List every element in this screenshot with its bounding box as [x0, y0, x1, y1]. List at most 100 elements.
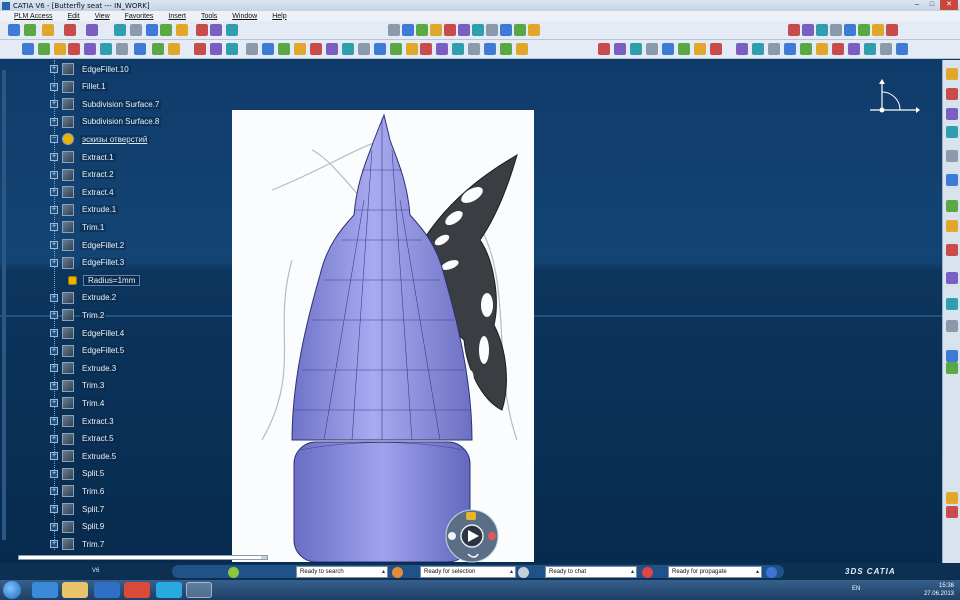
tree-node[interactable]: + Extract.4: [50, 184, 116, 200]
toolbar-tool-icon[interactable]: [788, 24, 800, 36]
side-command-icon[interactable]: [946, 362, 958, 374]
side-command-icon[interactable]: [946, 174, 958, 186]
command-icon[interactable]: [246, 43, 258, 55]
tree-node[interactable]: + Subdivision Surface.8: [50, 114, 162, 130]
command-icon[interactable]: [452, 43, 464, 55]
toolbar-tool-icon[interactable]: [830, 24, 842, 36]
command-icon[interactable]: [752, 43, 764, 55]
toolbar-tool-icon[interactable]: [130, 24, 142, 36]
toolbar-tool-icon[interactable]: [8, 24, 20, 36]
toolbar-tool-icon[interactable]: [196, 24, 208, 36]
expand-toggle-icon[interactable]: +: [50, 505, 58, 513]
command-icon[interactable]: [294, 43, 306, 55]
command-icon[interactable]: [226, 43, 238, 55]
command-icon[interactable]: [358, 43, 370, 55]
side-command-icon[interactable]: [946, 506, 958, 518]
toolbar-tool-icon[interactable]: [64, 24, 76, 36]
expand-toggle-icon[interactable]: +: [50, 540, 58, 549]
tree-node[interactable]: + Trim.6: [50, 483, 107, 499]
menu-view[interactable]: View: [95, 13, 110, 20]
3d-viewport[interactable]: + EdgeFillet.10 + Fillet.1 + Subdivision Surf…: [0, 60, 942, 563]
command-icon[interactable]: [880, 43, 892, 55]
media-app-icon[interactable]: [94, 582, 120, 598]
selection-status-icon[interactable]: [392, 567, 403, 578]
command-icon[interactable]: [420, 43, 432, 55]
toolbar-tool-icon[interactable]: [86, 24, 98, 36]
command-icon[interactable]: [100, 43, 112, 55]
command-icon[interactable]: [22, 43, 34, 55]
close-button[interactable]: ✕: [940, 0, 958, 10]
scroll-thumb[interactable]: [19, 556, 261, 559]
command-icon[interactable]: [194, 43, 206, 55]
command-icon[interactable]: [134, 43, 146, 55]
command-icon[interactable]: [152, 43, 164, 55]
command-icon[interactable]: [598, 43, 610, 55]
command-icon[interactable]: [614, 43, 626, 55]
tree-node[interactable]: + Trim.2: [50, 307, 107, 323]
system-clock[interactable]: 15:38 27.06.2013: [924, 582, 954, 598]
chat-status-field[interactable]: Ready to chat ▴: [545, 566, 637, 578]
side-command-icon[interactable]: [946, 244, 958, 256]
tree-horizontal-scrollbar[interactable]: [18, 555, 268, 560]
side-command-icon[interactable]: [946, 126, 958, 138]
side-command-icon[interactable]: [946, 150, 958, 162]
specification-tree[interactable]: + EdgeFillet.10 + Fillet.1 + Subdivision Surf…: [0, 60, 280, 563]
expand-toggle-icon[interactable]: +: [50, 311, 58, 320]
toolbar-tool-icon[interactable]: [444, 24, 456, 36]
command-icon[interactable]: [168, 43, 180, 55]
tree-node[interactable]: + Extrude.5: [50, 448, 119, 464]
expand-toggle-icon[interactable]: +: [50, 329, 58, 337]
toolbar-tool-icon[interactable]: [514, 24, 526, 36]
expand-toggle-icon[interactable]: +: [50, 434, 58, 443]
toolbar-tool-icon[interactable]: [858, 24, 870, 36]
expand-toggle-icon[interactable]: +: [50, 469, 58, 478]
command-icon[interactable]: [710, 43, 722, 55]
toolbar-tool-icon[interactable]: [210, 24, 222, 36]
command-icon[interactable]: [678, 43, 690, 55]
command-icon[interactable]: [116, 43, 128, 55]
tree-node[interactable]: + Extract.3: [50, 413, 116, 429]
tree-parameter[interactable]: Radius=1mm: [68, 272, 141, 288]
toolbar-tool-icon[interactable]: [226, 24, 238, 36]
tree-node[interactable]: + Extract.2: [50, 167, 116, 183]
side-command-icon[interactable]: [946, 320, 958, 332]
navigation-wheel[interactable]: [444, 508, 500, 564]
command-icon[interactable]: [896, 43, 908, 55]
toolbar-tool-icon[interactable]: [886, 24, 898, 36]
command-icon[interactable]: [630, 43, 642, 55]
selection-status-field[interactable]: Ready for selection ▴: [420, 566, 516, 578]
tree-node[interactable]: + EdgeFillet.10: [50, 61, 131, 77]
tree-node[interactable]: + Fillet.1: [50, 79, 108, 95]
expand-toggle-icon[interactable]: +: [50, 170, 58, 179]
start-button[interactable]: [3, 581, 21, 599]
expand-toggle-icon[interactable]: +: [50, 205, 58, 214]
tree-node[interactable]: + Extract.5: [50, 431, 116, 447]
toolbar-tool-icon[interactable]: [24, 24, 36, 36]
toolbar-tool-icon[interactable]: [146, 24, 158, 36]
command-icon[interactable]: [342, 43, 354, 55]
toolbar-tool-icon[interactable]: [114, 24, 126, 36]
command-icon[interactable]: [310, 43, 322, 55]
expand-toggle-icon[interactable]: +: [50, 258, 58, 267]
command-icon[interactable]: [500, 43, 512, 55]
command-icon[interactable]: [662, 43, 674, 55]
menu-insert[interactable]: Insert: [168, 13, 186, 20]
globe-status-icon[interactable]: [766, 567, 777, 578]
command-icon[interactable]: [406, 43, 418, 55]
chat-status-icon[interactable]: [518, 567, 529, 578]
menu-plm-access[interactable]: PLM Access: [14, 13, 53, 20]
tree-node[interactable]: + Extrude.1: [50, 202, 119, 218]
expand-toggle-icon[interactable]: +: [50, 241, 58, 249]
skype-app-icon[interactable]: [156, 582, 182, 598]
side-command-icon[interactable]: [946, 68, 958, 80]
compass-widget[interactable]: [862, 78, 922, 138]
expand-toggle-icon[interactable]: +: [50, 417, 58, 425]
expand-toggle-icon[interactable]: +: [50, 100, 58, 109]
toolbar-tool-icon[interactable]: [802, 24, 814, 36]
menu-help[interactable]: Help: [272, 13, 286, 20]
command-icon[interactable]: [374, 43, 386, 55]
toolbar-tool-icon[interactable]: [416, 24, 428, 36]
tree-node[interactable]: + Trim.1: [50, 219, 107, 235]
command-icon[interactable]: [736, 43, 748, 55]
chrome-app-icon[interactable]: [124, 582, 150, 598]
